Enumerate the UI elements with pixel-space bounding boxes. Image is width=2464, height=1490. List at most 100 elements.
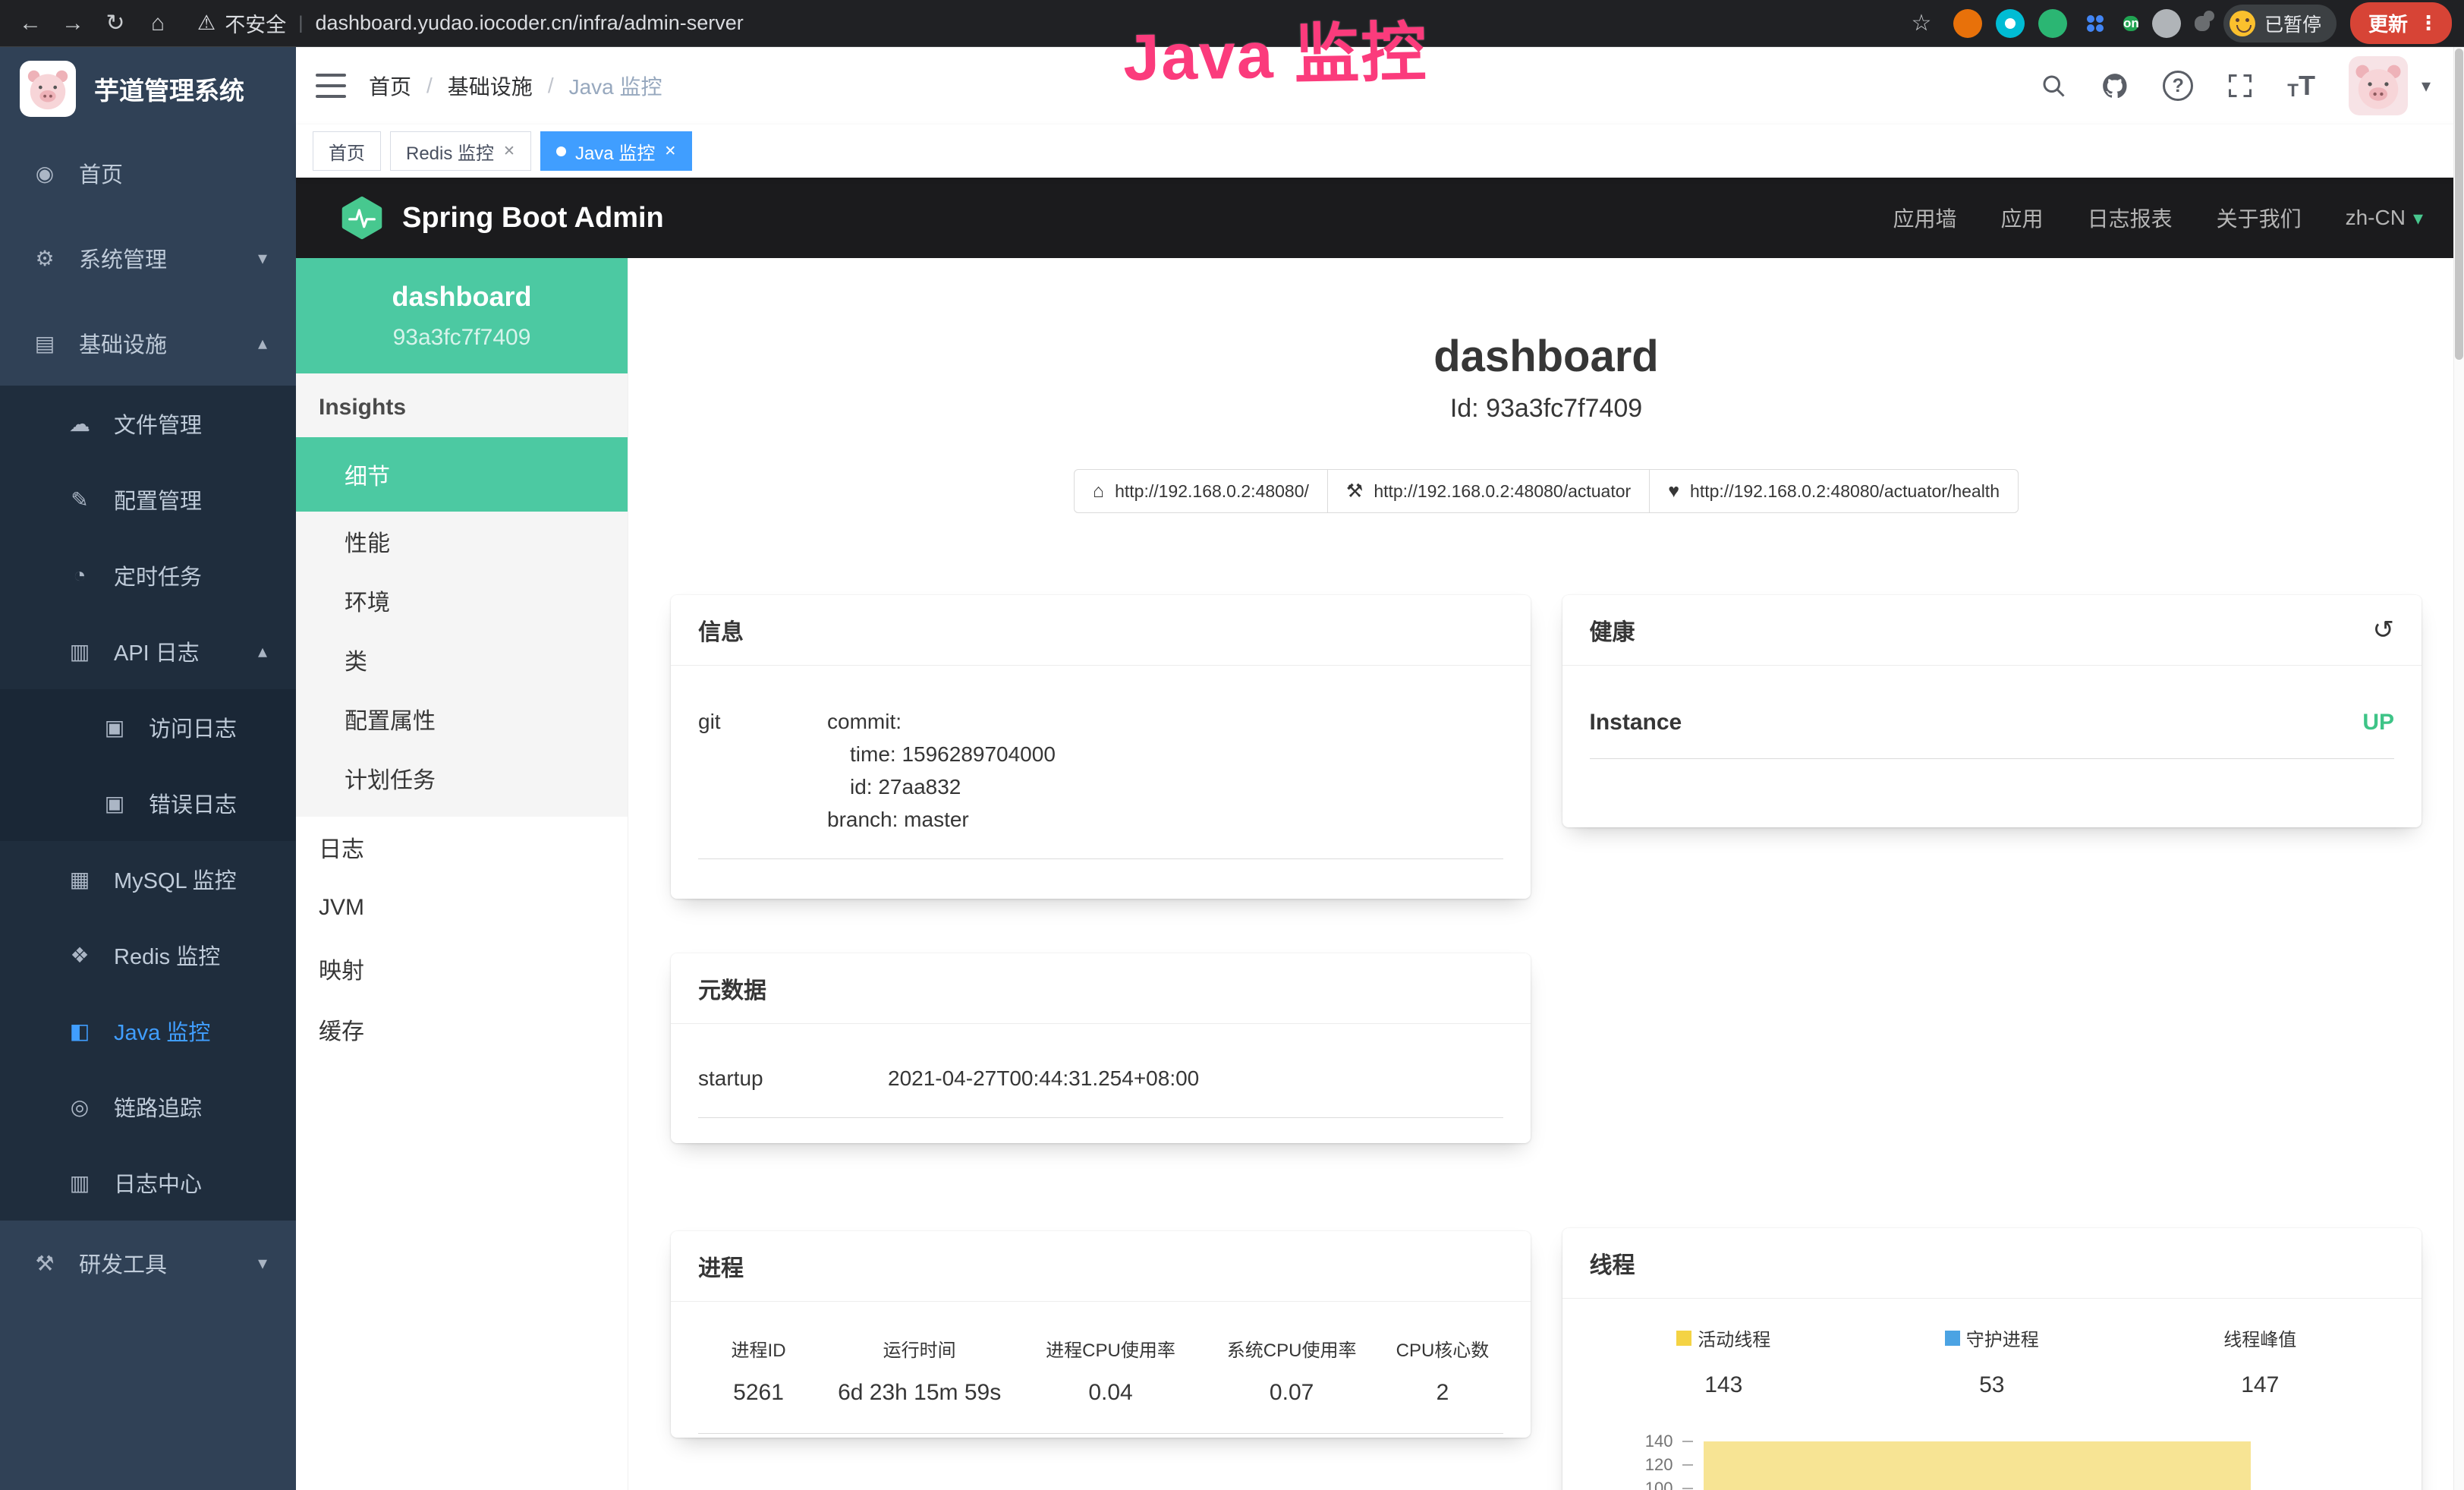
sba-item-logs[interactable]: 日志 — [296, 817, 628, 877]
tab-redis-monitor[interactable]: Redis 监控 ✕ — [390, 131, 531, 171]
sidebar-item-label: Java 监控 — [114, 1015, 210, 1047]
health-card-title: 健康 — [1590, 613, 1635, 647]
sba-item-scheduled-tasks[interactable]: 计划任务 — [296, 748, 628, 808]
pin-extension-icon[interactable] — [1996, 9, 2025, 38]
sba-nav-journal[interactable]: 日志报表 — [2088, 203, 2173, 233]
sidebar-item-access-logs[interactable]: ▣ 访问日志 — [0, 689, 296, 765]
sidebar-item-mysql-monitor[interactable]: ▦ MySQL 监控 — [0, 841, 296, 917]
home-icon[interactable]: ⌂ — [140, 5, 176, 42]
sidebar-item-error-logs[interactable]: ▣ 错误日志 — [0, 765, 296, 841]
sba-item-jvm[interactable]: JVM — [296, 877, 628, 938]
actuator-url-button[interactable]: ⚒ http://192.168.0.2:48080/actuator — [1327, 469, 1650, 513]
kebab-menu-icon[interactable]: ⋮ — [2418, 11, 2438, 35]
sidebar-item-redis-monitor[interactable]: ❖ Redis 监控 — [0, 917, 296, 993]
gear-icon: ⚙ — [30, 246, 59, 271]
extension-icon[interactable] — [2038, 9, 2067, 38]
sba-language-select[interactable]: zh-CN ▾ — [2346, 206, 2423, 230]
sidebar-item-api-logs[interactable]: ▥ API 日志 ▴ — [0, 613, 296, 689]
switch-on-extension-icon[interactable]: on — [2123, 16, 2138, 31]
git-branch-line: branch: master — [827, 803, 1503, 836]
admin-sidebar: 芋道管理系统 ◉ 首页 ⚙ 系统管理 ▾ ▤ 基础设施 ▴ ☁ 文件管理 ✎ 配… — [0, 47, 296, 1490]
process-col-header: CPU核心数 — [1382, 1335, 1503, 1362]
chevron-down-icon: ▾ — [2413, 206, 2423, 230]
chevron-down-icon: ▾ — [258, 247, 267, 269]
instance-links: ⌂ http://192.168.0.2:48080/ ⚒ http://192… — [671, 469, 2422, 513]
security-label[interactable]: 不安全 — [225, 8, 286, 38]
sidebar-item-infrastructure[interactable]: ▤ 基础设施 ▴ — [0, 301, 296, 386]
sidebar-item-system[interactable]: ⚙ 系统管理 ▾ — [0, 216, 296, 301]
avatar-caret-icon[interactable]: ▾ — [2422, 75, 2431, 97]
user-avatar[interactable] — [2349, 56, 2408, 115]
legend-swatch-yellow — [1676, 1331, 1691, 1346]
sidebar-item-java-monitor[interactable]: ◧ Java 监控 — [0, 993, 296, 1069]
github-icon[interactable] — [2101, 71, 2129, 100]
chevron-down-icon: ▾ — [258, 1252, 267, 1274]
sba-brand[interactable]: Spring Boot Admin — [340, 196, 664, 240]
sba-item-metrics[interactable]: 性能 — [296, 512, 628, 571]
tab-java-monitor[interactable]: Java 监控 ✕ — [540, 131, 692, 171]
sba-nav-wallboard[interactable]: 应用墙 — [1893, 203, 1957, 233]
sidebar-toggle-icon[interactable] — [316, 74, 346, 98]
document-icon: ▣ — [100, 715, 129, 740]
font-size-icon[interactable]: TT — [2287, 70, 2315, 102]
sba-nav-applications[interactable]: 应用 — [2001, 203, 2044, 233]
info-card-title: 信息 — [671, 595, 1531, 666]
history-icon[interactable]: ↺ — [2373, 615, 2395, 645]
extensions-puzzle-icon[interactable] — [2195, 16, 2210, 31]
sidebar-item-tracing[interactable]: ◎ 链路追踪 — [0, 1069, 296, 1145]
search-icon[interactable] — [2040, 72, 2067, 99]
back-icon[interactable]: ← — [12, 5, 49, 42]
sidebar-item-home[interactable]: ◉ 首页 — [0, 131, 296, 216]
sba-nav-about[interactable]: 关于我们 — [2217, 203, 2302, 233]
forward-icon[interactable]: → — [55, 5, 91, 42]
process-col-header: 系统CPU使用率 — [1201, 1335, 1383, 1362]
health-card: 健康 ↺ Instance UP — [1562, 595, 2422, 827]
y-axis-tick: 100 — [1590, 1479, 1673, 1490]
sba-item-details[interactable]: 细节 — [296, 437, 628, 512]
edit-icon: ✎ — [65, 487, 94, 512]
git-commit-line: commit: — [827, 705, 1503, 738]
profile-paused-chip[interactable]: 已暂停 — [2223, 5, 2337, 43]
health-row-label: Instance — [1590, 710, 1682, 736]
url-text[interactable]: dashboard.yudao.iocoder.cn/infra/admin-s… — [315, 11, 743, 35]
sidebar-item-scheduled-jobs[interactable]: ◔ 定时任务 — [0, 537, 296, 613]
actuator-url: http://192.168.0.2:48080/actuator — [1374, 481, 1631, 502]
sba-item-caches[interactable]: 缓存 — [296, 999, 628, 1060]
tab-home[interactable]: 首页 — [313, 131, 381, 171]
small-t: T — [2287, 80, 2299, 102]
reload-icon[interactable]: ↻ — [97, 5, 134, 42]
sidebar-item-log-center[interactable]: ▥ 日志中心 — [0, 1145, 296, 1221]
sba-instance-header[interactable]: dashboard 93a3fc7f7409 — [296, 258, 628, 373]
breadcrumb-home[interactable]: 首页 — [369, 71, 411, 101]
scrollbar-thumb[interactable] — [2455, 49, 2463, 360]
git-time-line: time: 1596289704000 — [827, 738, 1503, 770]
fullscreen-icon[interactable] — [2226, 72, 2254, 99]
axis-tickmark — [1682, 1464, 1693, 1466]
close-icon[interactable]: ✕ — [503, 143, 515, 160]
sba-item-environment[interactable]: 环境 — [296, 571, 628, 630]
dots-extension-icon[interactable] — [2081, 9, 2110, 38]
update-button[interactable]: 更新 ⋮ — [2350, 2, 2452, 44]
app-logo[interactable]: 芋道管理系统 — [0, 47, 296, 131]
health-url-button[interactable]: ♥ http://192.168.0.2:48080/actuator/heal… — [1649, 469, 2019, 513]
sba-item-classes[interactable]: 类 — [296, 630, 628, 689]
threads-area-series — [1704, 1441, 2251, 1490]
bookmark-star-icon[interactable]: ☆ — [1903, 5, 1940, 42]
help-icon[interactable]: ? — [2163, 71, 2193, 101]
tags-view-bar: 首页 Redis 监控 ✕ Java 监控 ✕ — [296, 124, 2464, 178]
sidebar-item-dev-tools[interactable]: ⚒ 研发工具 ▾ — [0, 1221, 296, 1306]
sba-item-config-props[interactable]: 配置属性 — [296, 689, 628, 748]
service-url-button[interactable]: ⌂ http://192.168.0.2:48080/ — [1074, 469, 1328, 513]
page-scrollbar[interactable] — [2453, 47, 2464, 1490]
address-bar[interactable]: ⚠ 不安全 | dashboard.yudao.iocoder.cn/infra… — [197, 8, 1897, 38]
extension-icon[interactable] — [1953, 9, 1982, 38]
extension-icon[interactable] — [2152, 9, 2181, 38]
sidebar-item-file-management[interactable]: ☁ 文件管理 — [0, 386, 296, 461]
breadcrumb-infrastructure[interactable]: 基础设施 — [448, 71, 533, 101]
sidebar-item-config-management[interactable]: ✎ 配置管理 — [0, 461, 296, 537]
close-icon[interactable]: ✕ — [664, 143, 676, 160]
process-uptime-value: 6d 23h 15m 59s — [819, 1380, 1020, 1406]
metadata-key: startup — [698, 1062, 888, 1095]
threads-card-title: 线程 — [1562, 1228, 2422, 1299]
sba-item-mappings[interactable]: 映射 — [296, 938, 628, 999]
